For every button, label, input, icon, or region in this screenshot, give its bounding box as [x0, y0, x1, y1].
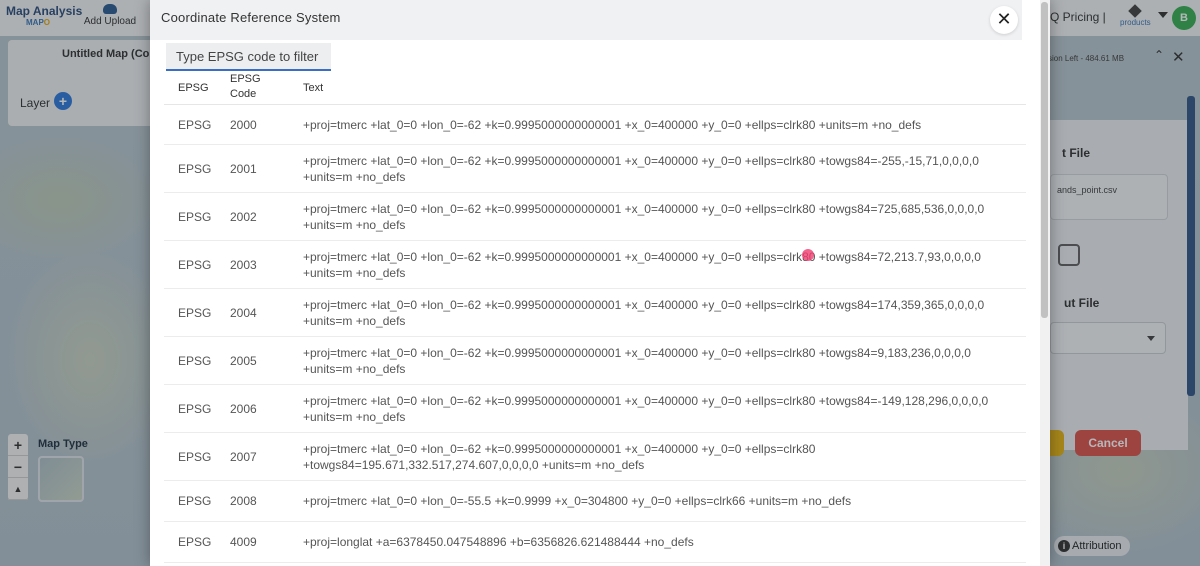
cell-code: 2006 [230, 401, 257, 416]
cell-code: 2004 [230, 305, 257, 320]
cell-text: +proj=tmerc +lat_0=0 +lon_0=-62 +k=0.999… [303, 345, 971, 376]
table-row[interactable]: EPSG 2004 +proj=tmerc +lat_0=0 +lon_0=-62 … [164, 289, 1026, 337]
cell-epsg: EPSG [178, 353, 212, 368]
cell-epsg: EPSG [178, 209, 212, 224]
epsg-search-input[interactable] [166, 43, 331, 71]
cell-code: 2003 [230, 257, 257, 272]
cell-text: +proj=tmerc +lat_0=0 +lon_0=-55.5 +k=0.9… [303, 494, 852, 508]
table-row[interactable]: EPSG 2003 +proj=tmerc +lat_0=0 +lon_0=-62 … [164, 241, 1026, 289]
table-body: EPSG 2000 +proj=tmerc +lat_0=0 +lon_0=-62 … [164, 105, 1026, 563]
crs-table: EPSG EPSG Code Text EPSG 2000 +proj=tmerc +… [164, 72, 1026, 563]
cell-epsg: EPSG [178, 494, 212, 508]
cell-epsg: EPSG [178, 305, 212, 320]
table-row[interactable]: EPSG 2001 +proj=tmerc +lat_0=0 +lon_0=-62 … [164, 145, 1026, 193]
cell-epsg: EPSG [178, 449, 212, 464]
modal-scrollbar[interactable] [1040, 0, 1050, 566]
table-row[interactable]: EPSG 2002 +proj=tmerc +lat_0=0 +lon_0=-62 … [164, 193, 1026, 241]
modal-scrollbar-thumb[interactable] [1041, 2, 1048, 318]
cell-code: 2002 [230, 209, 257, 224]
table-row[interactable]: EPSG 4009 +proj=longlat +a=6378450.0475488… [164, 522, 1026, 563]
cell-text: +proj=tmerc +lat_0=0 +lon_0=-62 +k=0.999… [303, 201, 985, 232]
cell-code: 2007 [230, 449, 257, 464]
cell-text: +proj=tmerc +lat_0=0 +lon_0=-62 +k=0.999… [303, 441, 816, 472]
table-row[interactable]: EPSG 2000 +proj=tmerc +lat_0=0 +lon_0=-62 … [164, 105, 1026, 145]
cell-code: 2008 [230, 494, 257, 508]
cell-code: 2001 [230, 161, 257, 176]
cell-epsg: EPSG [178, 535, 212, 549]
table-row[interactable]: EPSG 2006 +proj=tmerc +lat_0=0 +lon_0=-62 … [164, 385, 1026, 433]
cell-text: +proj=tmerc +lat_0=0 +lon_0=-62 +k=0.999… [303, 117, 922, 132]
mouse-cursor-indicator [802, 249, 814, 261]
table-row[interactable]: EPSG 2007 +proj=tmerc +lat_0=0 +lon_0=-62 … [164, 433, 1026, 481]
modal-header: Coordinate Reference System ✕ [150, 0, 1022, 40]
cell-text: +proj=tmerc +lat_0=0 +lon_0=-62 +k=0.999… [303, 297, 985, 328]
header-epsg-code: EPSG Code [230, 73, 261, 100]
table-row[interactable]: EPSG 2005 +proj=tmerc +lat_0=0 +lon_0=-62 … [164, 337, 1026, 385]
cell-code: 4009 [230, 535, 257, 549]
table-row[interactable]: EPSG 2008 +proj=tmerc +lat_0=0 +lon_0=-55.… [164, 481, 1026, 522]
cell-epsg: EPSG [178, 401, 212, 416]
header-text: Text [303, 82, 324, 94]
cell-text: +proj=tmerc +lat_0=0 +lon_0=-62 +k=0.999… [303, 393, 989, 424]
close-icon[interactable]: ✕ [990, 6, 1018, 34]
cell-code: 2000 [230, 117, 257, 132]
cell-text: +proj=tmerc +lat_0=0 +lon_0=-62 +k=0.999… [303, 153, 979, 184]
crs-modal: Coordinate Reference System ✕ EPSG EPSGC… [150, 0, 1050, 566]
cell-epsg: EPSG [178, 117, 212, 132]
table-header: EPSG EPSG Code Text [164, 72, 1026, 105]
modal-title: Coordinate Reference System [161, 10, 341, 25]
cell-epsg: EPSG [178, 257, 212, 272]
cell-code: 2005 [230, 353, 257, 368]
cell-text: +proj=longlat +a=6378450.047548896 +b=63… [303, 535, 694, 549]
header-epsg: EPSG [178, 82, 209, 94]
cell-text: +proj=tmerc +lat_0=0 +lon_0=-62 +k=0.999… [303, 249, 981, 280]
cell-epsg: EPSG [178, 161, 212, 176]
